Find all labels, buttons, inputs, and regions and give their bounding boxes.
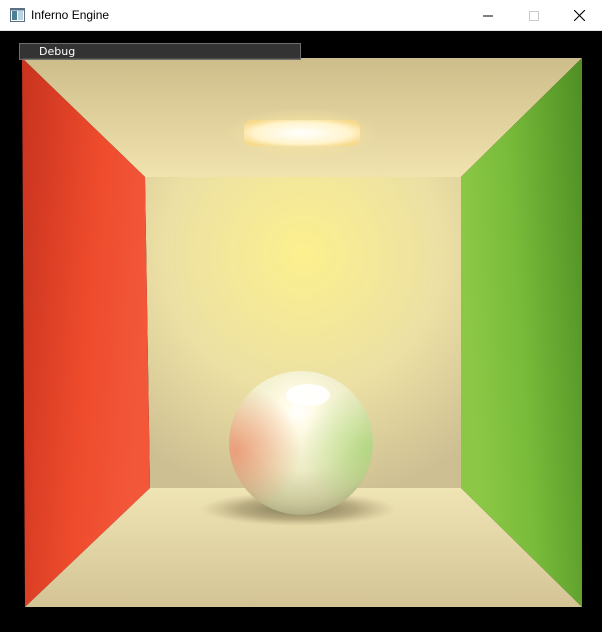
sphere-highlight (286, 384, 330, 406)
debug-panel-header[interactable]: Debug (19, 43, 301, 60)
minimize-button[interactable] (465, 0, 511, 31)
close-button[interactable] (556, 0, 602, 31)
ceiling-light (244, 120, 360, 146)
cornell-box-render (22, 58, 582, 607)
maximize-button[interactable] (511, 0, 557, 31)
close-icon (573, 10, 585, 21)
app-window: Inferno Engine Debug (0, 0, 602, 632)
render-viewport[interactable]: Debug (0, 31, 602, 632)
debug-panel-label: Debug (39, 45, 76, 58)
title-bar[interactable]: Inferno Engine (0, 0, 602, 31)
minimize-icon (483, 15, 493, 16)
window-title: Inferno Engine (31, 8, 110, 22)
app-window-icon (10, 8, 25, 22)
maximize-icon (529, 10, 539, 21)
